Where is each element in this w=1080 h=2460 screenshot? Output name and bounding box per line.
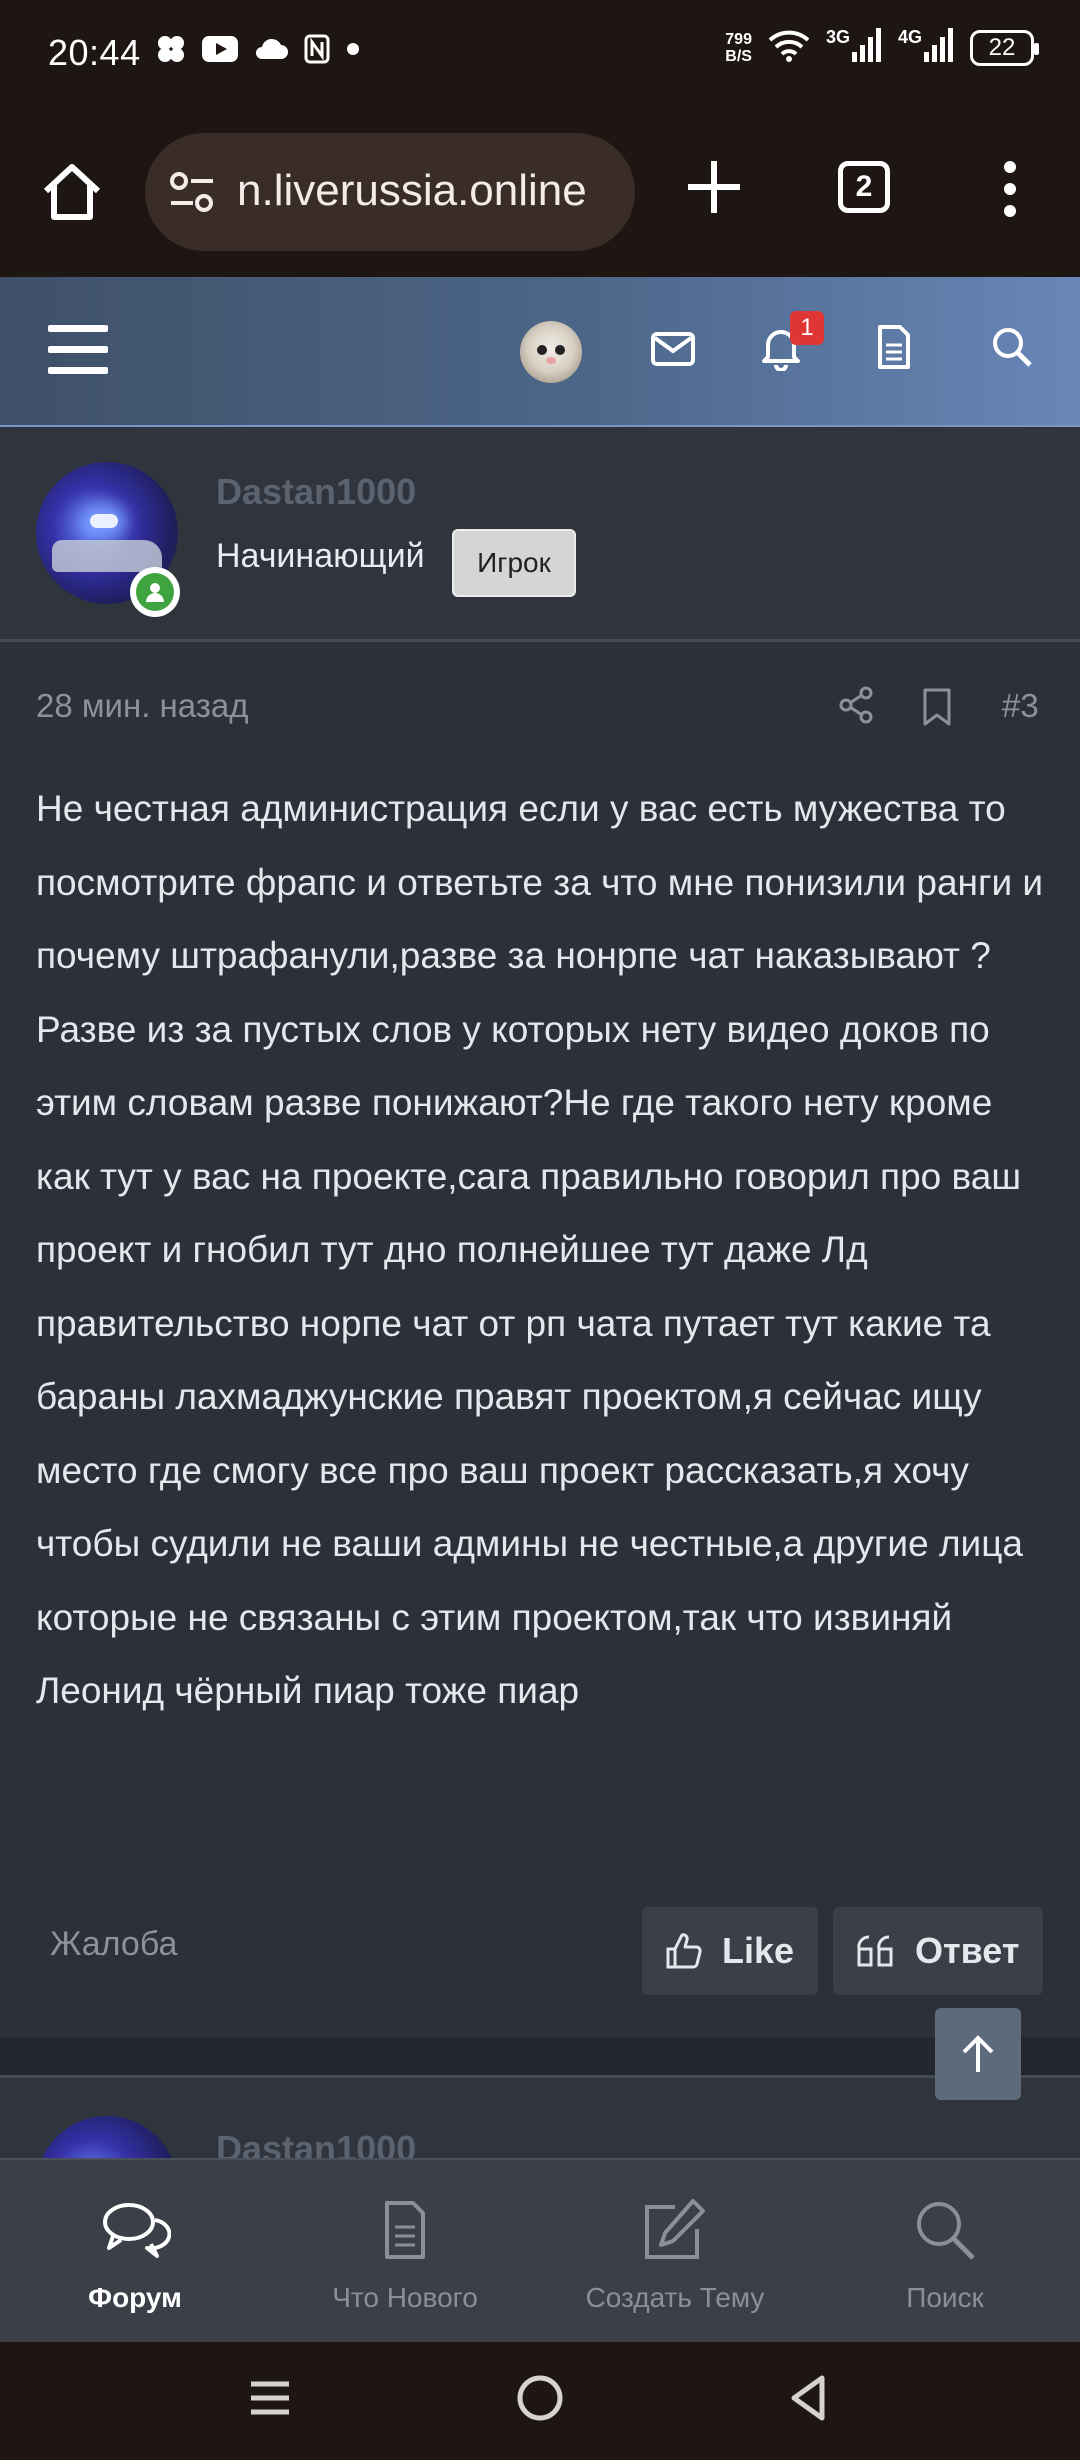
recent-apps-button[interactable] [245,2370,295,2431]
bookmark-icon [923,688,951,726]
battery-icon: 22 [970,29,1039,66]
nav-create-thread[interactable]: Создать Тему [540,2190,810,2314]
like-label: Like [722,1930,795,1971]
avatar-police-light [90,514,118,528]
author-badge: Игрок [452,529,576,597]
hamburger-line [48,367,108,374]
quote-icon [857,1935,893,1967]
home-icon [43,164,101,220]
signal-3g-icon [851,28,882,67]
arrow-up-icon [962,2035,994,2072]
scroll-to-top-button[interactable] [935,2008,1021,2100]
signal-4g-icon [924,28,954,67]
user-online-icon [146,583,164,602]
post-timestamp[interactable]: 28 мин. назад [36,687,249,725]
wifi-icon [768,28,810,67]
share-icon [839,686,873,724]
nav-whats-new[interactable]: Что Нового [270,2190,540,2314]
post-number[interactable]: #3 [1002,687,1039,725]
inbox-button[interactable] [650,329,696,374]
search-button[interactable] [990,325,1034,374]
youtube-icon [202,36,238,62]
site-header: 1 [0,277,1080,427]
tab-count: 2 [855,170,873,203]
report-link[interactable]: Жалоба [50,1925,177,1964]
nav-search[interactable]: Поиск [810,2190,1080,2314]
nav-label: Создать Тему [585,2282,765,2313]
notification-badge: 1 [790,311,824,345]
post-body: Не честная администрация если у вас есть… [36,788,1044,1711]
system-navigation-bar [0,2342,1080,2460]
search-icon [993,328,1032,367]
new-tab-button[interactable] [680,153,748,221]
net-3g-label: 3G [825,27,850,47]
battery-level: 22 [988,33,1016,61]
user-avatar[interactable] [520,321,582,383]
status-bar: 20:44 799 B/S 3G 4G 22 [0,0,1080,105]
circle-home-icon [517,2375,563,2421]
chat-bubbles-icon [103,2203,171,2258]
share-button[interactable] [836,685,876,730]
address-bar[interactable]: n.liverussia.online [145,133,635,251]
recents-icon [251,2381,289,2415]
reply-label: Ответ [915,1930,1020,1971]
status-time: 20:44 [48,32,141,73]
thumbs-up-icon [666,1933,702,1969]
document-icon [878,325,910,369]
bookmark-button[interactable] [920,687,954,732]
avatar-nose [546,357,556,364]
post-author-block: Dastan1000 Начинающий Игрок [0,427,1080,642]
back-nav-button[interactable] [782,2370,838,2431]
nav-forum[interactable]: Форум [0,2190,270,2314]
browser-menu-button[interactable] [990,153,1030,225]
avatar-eye [537,345,547,355]
app-dots-icon [156,34,186,64]
reply-button[interactable]: Ответ [833,1907,1043,1995]
like-button[interactable]: Like [642,1907,818,1995]
nav-label: Форум [88,2282,182,2313]
net-speed-unit: B/S [725,47,752,65]
edit-icon [645,2199,705,2259]
browser-toolbar: n.liverussia.online 2 [0,105,1080,277]
hamburger-line [48,325,108,332]
net-4g-label: 4G [897,27,922,47]
document-icon [385,2201,425,2259]
net-speed: 799 B/S [725,31,752,65]
notification-icons [156,34,360,64]
site-settings-icon[interactable] [167,169,217,220]
net-speed-value: 799 [725,30,752,48]
back-triangle-icon [791,2375,825,2421]
envelope-icon [651,332,695,366]
post-separator [0,2037,1080,2075]
nfc-icon [304,34,330,64]
dot-icon [346,42,360,56]
plus-icon [688,161,740,213]
nav-label: Поиск [906,2282,984,2313]
author-name[interactable]: Dastan1000 [216,471,416,513]
online-status-indicator [130,567,180,617]
url-text[interactable]: n.liverussia.online [237,166,587,216]
nav-label: Что Нового [332,2282,478,2313]
cloud-icon [254,37,288,61]
author-rank: Начинающий [216,537,425,575]
tab-switcher-button[interactable]: 2 [838,161,890,213]
menu-button[interactable] [48,325,108,375]
more-vert-icon [1004,161,1016,217]
home-button[interactable] [36,157,108,229]
forum-post: Dastan1000 Начинающий Игрок 28 мин. наза… [0,427,1080,2037]
avatar-car [52,540,162,572]
whats-new-button[interactable] [876,323,912,376]
home-nav-button[interactable] [512,2370,568,2431]
status-right-icons: 799 B/S 3G 4G 22 [725,27,1039,67]
bottom-navigation: Форум Что Нового Создать Тему Поиск [0,2158,1080,2342]
search-icon [917,2202,975,2260]
avatar-eye [555,345,565,355]
hamburger-line [48,346,108,353]
